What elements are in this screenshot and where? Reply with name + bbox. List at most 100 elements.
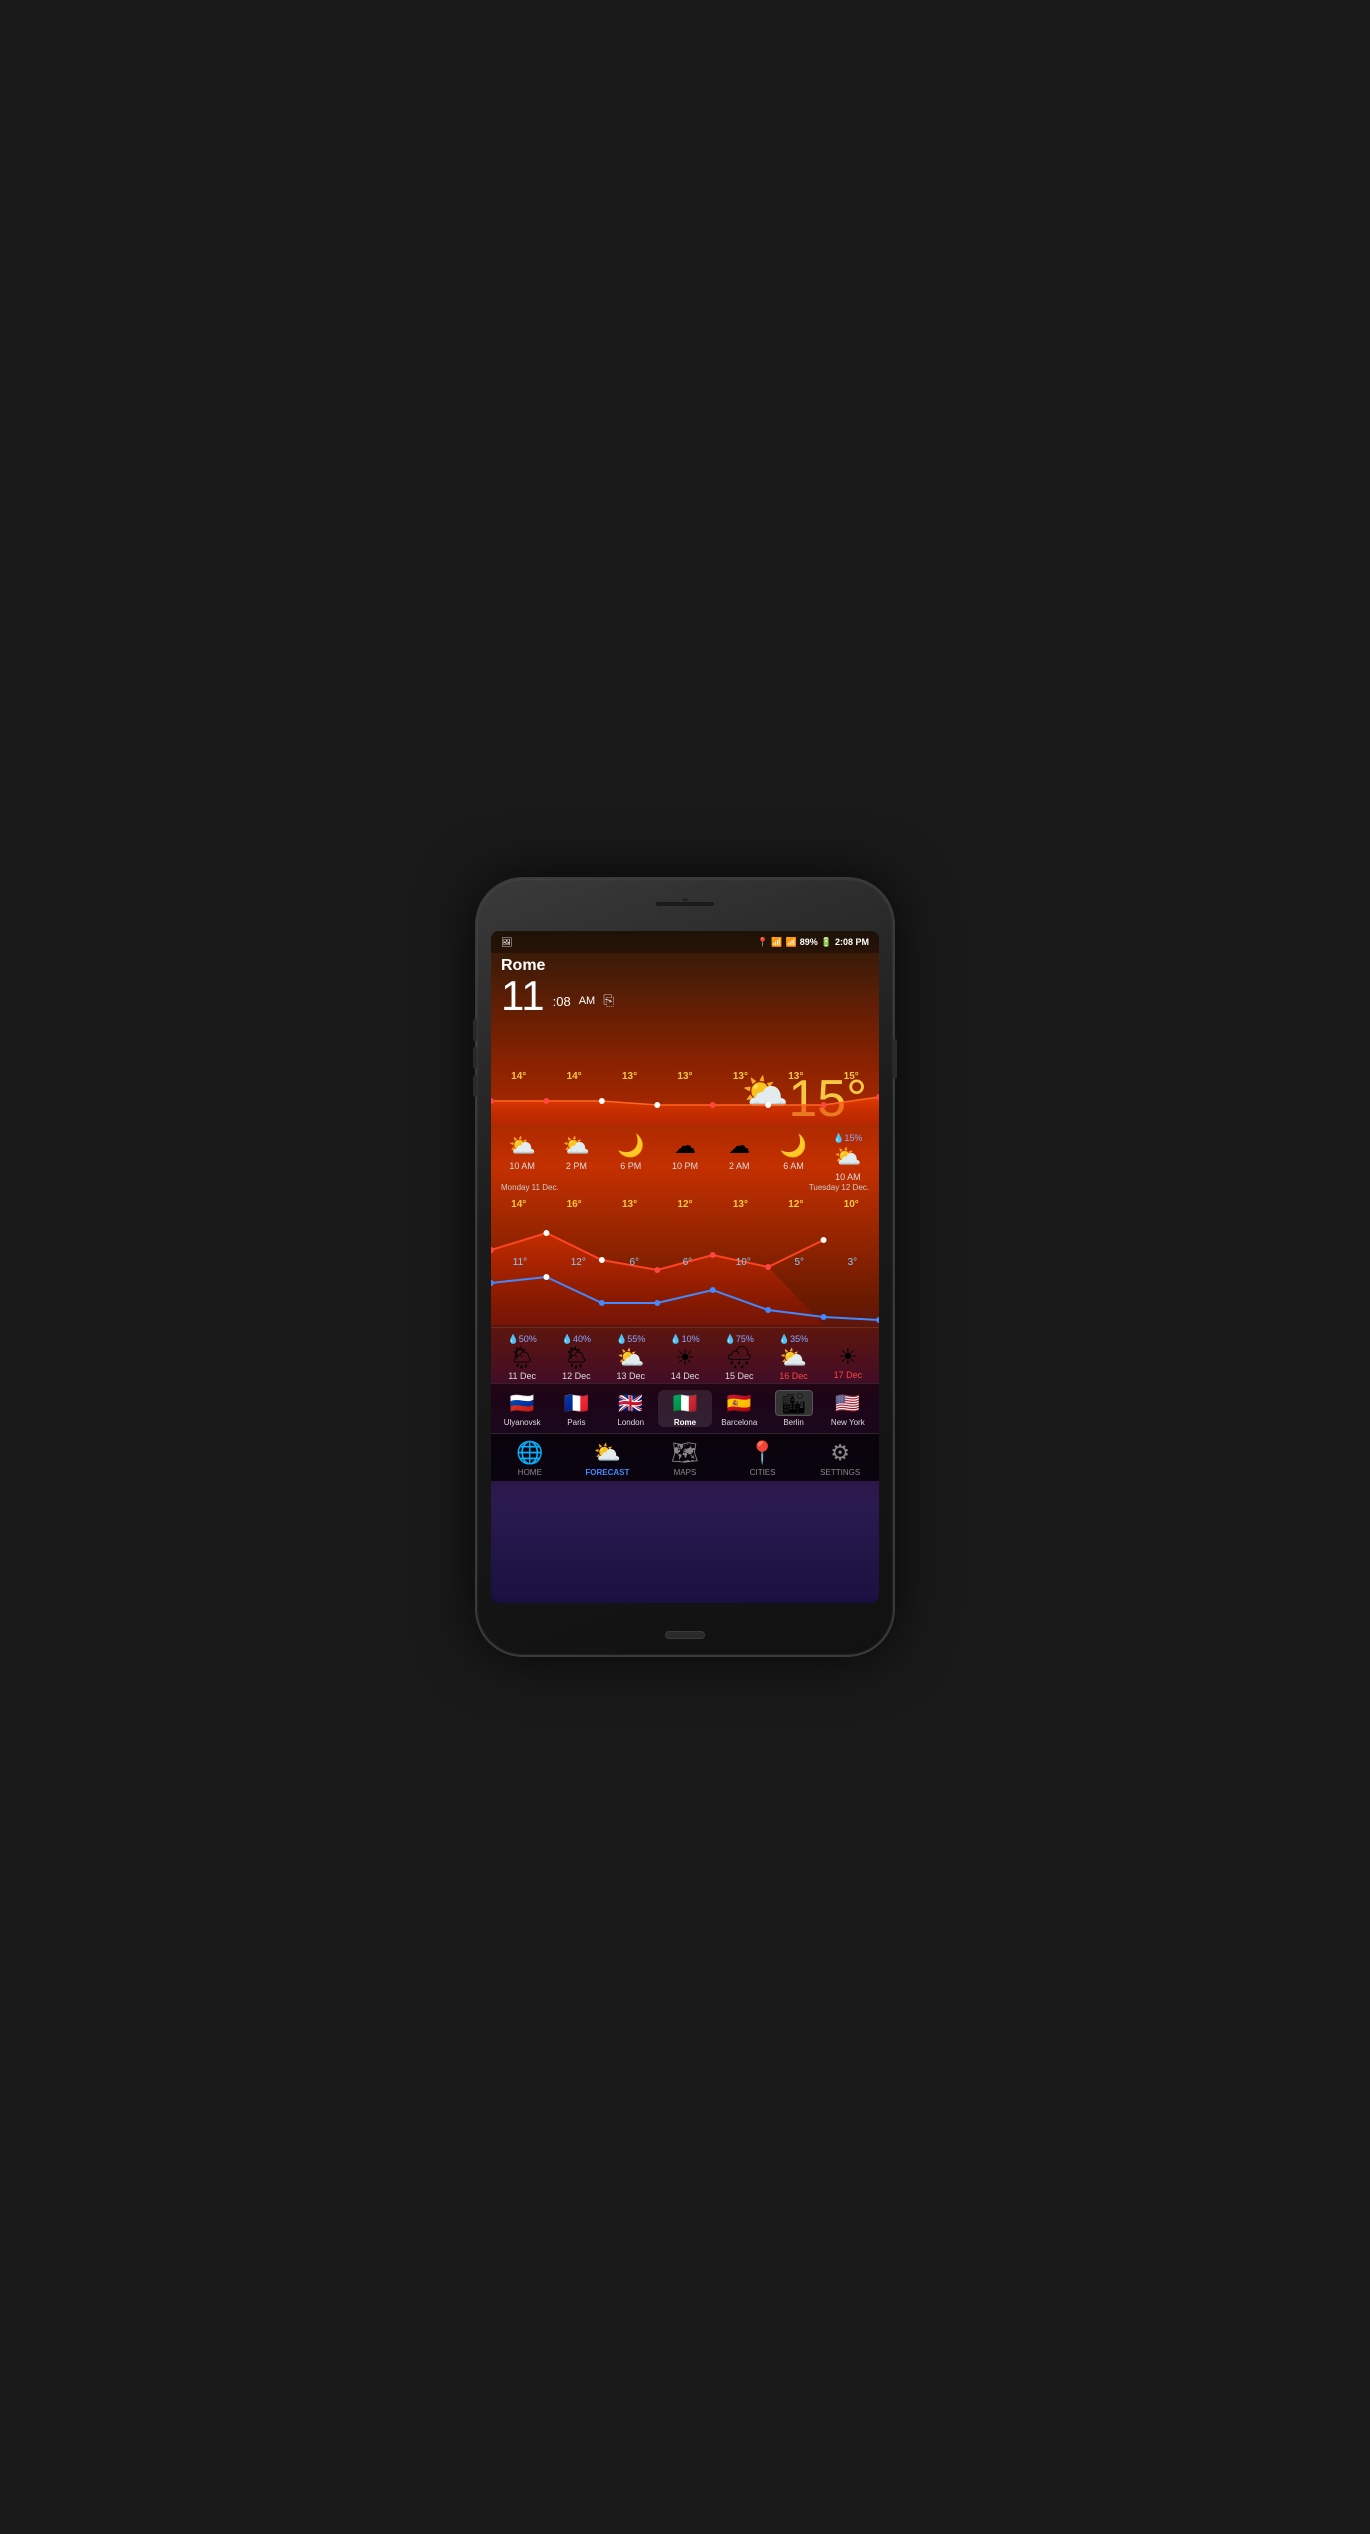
hourly-cell-1: ⛅ 2 PM: [549, 1133, 603, 1182]
nav-cities[interactable]: 📍 CITIES: [728, 1440, 798, 1477]
hourly-time-5: 6 AM: [783, 1161, 804, 1171]
hourly-cell-0: ⛅ 10 AM: [495, 1133, 549, 1182]
current-ampm: AM: [579, 995, 596, 1007]
nav-settings-label: SETTINGS: [820, 1468, 860, 1477]
phone-screen: 🖼 📍 📶 📶 89% 🔋 2:08 PM Rome 11 :08 AM: [491, 931, 879, 1603]
city-label-ulyanovsk: Ulyanovsk: [504, 1418, 541, 1427]
header: Rome 11 :08 AM ⎘: [491, 953, 879, 1019]
precip-pct-6: [847, 1334, 850, 1344]
city-ulyanovsk[interactable]: 🇷🇺 Ulyanovsk: [495, 1390, 549, 1427]
hourly-icon-5: 🌙: [780, 1133, 807, 1159]
flag-ulyanovsk: 🇷🇺: [503, 1390, 541, 1416]
hourly-temp-3: 13°: [677, 1071, 692, 1082]
precip-date-3: 14 Dec: [671, 1371, 700, 1381]
precip-chance-label: 💧15%: [833, 1133, 862, 1144]
hourly-temp-0: 14°: [511, 1071, 526, 1082]
city-rome[interactable]: 🇮🇹 Rome: [658, 1390, 712, 1427]
city-label-rome: Rome: [674, 1418, 696, 1427]
precip-pct-0: 💧50%: [508, 1334, 537, 1345]
status-bar: 🖼 📍 📶 📶 89% 🔋 2:08 PM: [491, 931, 879, 953]
precip-cell-2: 💧55% ⛅ 13 Dec: [604, 1334, 658, 1381]
speaker: [655, 901, 715, 907]
battery-icon: 🔋: [821, 937, 832, 948]
day-label-tue: Tuesday 12 Dec.: [809, 1183, 869, 1192]
flag-berlin: 🏙: [775, 1390, 813, 1416]
precip-date-6: 17 Dec: [834, 1370, 863, 1380]
time-row: 11 :08 AM ⎘: [501, 975, 869, 1017]
flag-new-york: 🇺🇸: [829, 1390, 867, 1416]
hourly-temp-4: 13°: [733, 1071, 748, 1082]
nav-home[interactable]: 🌐 HOME: [495, 1440, 565, 1477]
flag-barcelona: 🇪🇸: [720, 1390, 758, 1416]
hourly-temp-2: 13°: [622, 1071, 637, 1082]
hourly-temp-1: 14°: [567, 1071, 582, 1082]
location-icon: 📍: [757, 937, 768, 948]
precip-icon-5: ⛅: [780, 1345, 807, 1371]
precip-cell-6: ☀ 17 Dec: [821, 1334, 875, 1381]
cities-icon: 📍: [749, 1440, 776, 1466]
precip-pct-2: 💧55%: [616, 1334, 645, 1345]
hourly-cell-5: 🌙 6 AM: [766, 1133, 820, 1182]
precip-cell-4: 💧75% 🌧 15 Dec: [712, 1334, 766, 1381]
hourly-time-6: 10 AM: [835, 1172, 861, 1182]
city-label-london: London: [617, 1418, 644, 1427]
precip-date-1: 12 Dec: [562, 1371, 591, 1381]
signal-icon: 📶: [786, 937, 797, 948]
city-new-york[interactable]: 🇺🇸 New York: [821, 1390, 875, 1427]
city-label-barcelona: Barcelona: [721, 1418, 757, 1427]
flag-rome: 🇮🇹: [666, 1390, 704, 1416]
city-berlin[interactable]: 🏙 Berlin: [767, 1390, 821, 1427]
bottom-nav: 🌐 HOME ⛅ FORECAST 🗺 MAPS 📍 CITIES ⚙: [491, 1433, 879, 1481]
city-label-new-york: New York: [831, 1418, 865, 1427]
home-button[interactable]: [665, 1631, 705, 1639]
nav-forecast-label: FORECAST: [585, 1468, 629, 1477]
nav-home-label: HOME: [518, 1468, 542, 1477]
home-icon: 🌐: [516, 1440, 543, 1466]
hourly-temp-chart-top: 14° 14° 13° 13° 13° 13° 15°: [491, 1069, 879, 1129]
screen-content: 🖼 📍 📶 📶 89% 🔋 2:08 PM Rome 11 :08 AM: [491, 931, 879, 1603]
precip-pct-4: 💧75%: [725, 1334, 754, 1345]
day-labels: Monday 11 Dec. Tuesday 12 Dec.: [491, 1182, 879, 1193]
precip-cell-5: 💧35% ⛅ 16 Dec: [766, 1334, 820, 1381]
precip-cell-1: 💧40% 🌦 12 Dec: [549, 1334, 603, 1381]
precip-cell-3: 💧10% ☀ 14 Dec: [658, 1334, 712, 1381]
precip-pct-1: 💧40%: [562, 1334, 591, 1345]
precip-icon-4: 🌧: [725, 1345, 753, 1371]
precip-icon-0: 🌦: [508, 1345, 536, 1371]
hourly-icon-3: ☁: [674, 1133, 696, 1159]
cities-row: 🇷🇺 Ulyanovsk 🇫🇷 Paris 🇬🇧 London 🇮🇹 Rome: [491, 1383, 879, 1433]
status-time: 2:08 PM: [835, 937, 869, 947]
city-paris[interactable]: 🇫🇷 Paris: [549, 1390, 603, 1427]
hourly-time-2: 6 PM: [620, 1161, 641, 1171]
status-right: 📍 📶 📶 89% 🔋 2:08 PM: [757, 937, 869, 948]
current-minutes: :08: [553, 994, 571, 1009]
forecast-icon: ⛅: [594, 1440, 621, 1466]
hourly-time-1: 2 PM: [566, 1161, 587, 1171]
nav-settings[interactable]: ⚙ SETTINGS: [805, 1440, 875, 1477]
city-london[interactable]: 🇬🇧 London: [604, 1390, 658, 1427]
power-button: [893, 1039, 897, 1079]
precip-icon-3: ☀: [675, 1345, 695, 1371]
city-barcelona[interactable]: 🇪🇸 Barcelona: [712, 1390, 766, 1427]
precip-icon-1: 🌦: [562, 1345, 590, 1371]
nav-maps[interactable]: 🗺 MAPS: [650, 1440, 720, 1477]
hourly-temp-5: 13°: [788, 1071, 803, 1082]
hourly-icon-2: 🌙: [617, 1133, 644, 1159]
precip-icon-2: ⛅: [617, 1345, 644, 1371]
day-label-mon: Monday 11 Dec.: [501, 1183, 559, 1192]
city-name: Rome: [501, 957, 869, 975]
hourly-time-4: 2 AM: [729, 1161, 750, 1171]
nav-maps-label: MAPS: [674, 1468, 697, 1477]
share-icon[interactable]: ⎘: [603, 992, 614, 1009]
nav-forecast[interactable]: ⛅ FORECAST: [572, 1440, 642, 1477]
settings-icon: ⚙: [830, 1440, 850, 1466]
hourly-icon-0: ⛅: [508, 1133, 535, 1159]
hourly-cell-2: 🌙 6 PM: [604, 1133, 658, 1182]
hourly-icon-6: ⛅: [834, 1144, 861, 1170]
city-label-paris: Paris: [567, 1418, 585, 1427]
precip-icon-6: ☀: [838, 1344, 858, 1370]
daily-forecast-chart: 14° 16° 13° 12° 13° 12° 10° 11° 12° 6° 6…: [491, 1195, 879, 1325]
flag-london: 🇬🇧: [612, 1390, 650, 1416]
precip-date-5: 16 Dec: [779, 1371, 808, 1381]
hourly-cell-6: 💧15% ⛅ 10 AM: [821, 1133, 875, 1182]
